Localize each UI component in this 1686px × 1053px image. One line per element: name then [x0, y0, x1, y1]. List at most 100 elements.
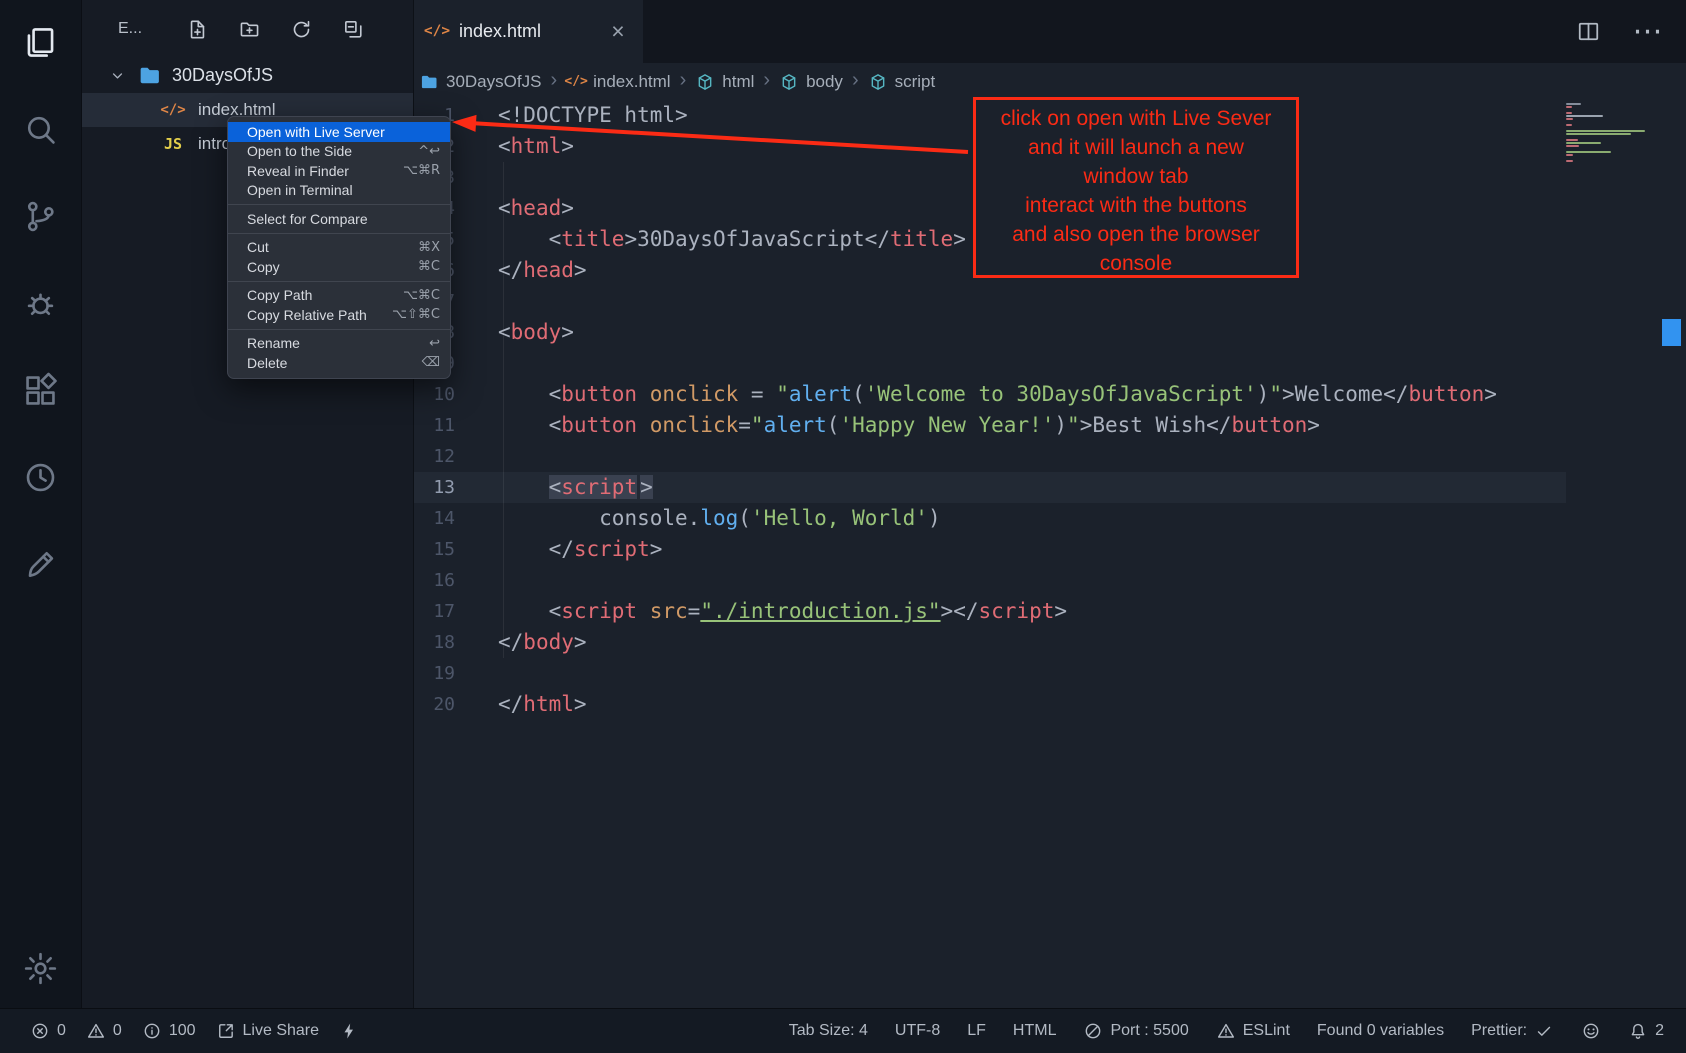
activity-source-control-button[interactable] — [22, 198, 60, 236]
overview-ruler-marker — [1662, 319, 1681, 346]
menu-item-open-with-live-server[interactable]: Open with Live Server — [228, 122, 450, 142]
code-line-20[interactable]: 20</html> — [414, 689, 1571, 720]
info-icon — [142, 1021, 162, 1041]
minimap[interactable] — [1566, 100, 1658, 1008]
menu-item-open-in-terminal[interactable]: Open in Terminal — [228, 181, 450, 201]
minimap-line — [1566, 139, 1578, 141]
activity-clock-button[interactable] — [22, 459, 60, 497]
code-line-17[interactable]: 17 <script src="./introduction.js"></scr… — [414, 596, 1571, 627]
collapse-folders-button[interactable] — [342, 18, 365, 41]
new-file-button[interactable] — [186, 18, 209, 41]
check-icon — [1534, 1021, 1554, 1041]
activity-bar-bottom — [22, 950, 60, 988]
status-prettier[interactable]: Prettier: — [1471, 1021, 1554, 1041]
code-line-16[interactable]: 16 — [414, 565, 1571, 596]
split-editor-button[interactable] — [1576, 19, 1601, 44]
code-line-19[interactable]: 19 — [414, 658, 1571, 689]
menu-item-cut[interactable]: Cut⌘X — [228, 238, 450, 258]
status-eslint[interactable]: ESLint — [1216, 1021, 1290, 1041]
minimap-line — [1566, 103, 1581, 105]
line-number: 15 — [414, 534, 470, 565]
js-badge: JS — [160, 137, 186, 152]
status-tab-size[interactable]: Tab Size: 4 — [789, 1022, 868, 1040]
menu-item-select-for-compare[interactable]: Select for Compare — [228, 209, 450, 229]
code-text: <button onclick="alert('Happy New Year!'… — [470, 410, 1320, 441]
breadcrumb-item-html[interactable]: html — [695, 72, 754, 92]
code-text: </script> — [470, 534, 662, 565]
activity-extensions-button[interactable] — [22, 372, 60, 410]
explorer-header: E... — [82, 0, 413, 58]
breadcrumb-item-30DaysOfJS[interactable]: 30DaysOfJS — [419, 72, 541, 92]
breadcrumb: 30DaysOfJS›</>index.html›html›body›scrip… — [414, 63, 1686, 100]
breadcrumb-item-script[interactable]: script — [868, 72, 936, 92]
menu-item-copy-path[interactable]: Copy Path⌥⌘C — [228, 286, 450, 306]
code-line-9[interactable]: 9 — [414, 348, 1571, 379]
status-encoding[interactable]: UTF-8 — [895, 1022, 940, 1040]
status-live-share[interactable]: Live Share — [216, 1021, 320, 1041]
status-live-server-port[interactable]: Port : 5500 — [1083, 1021, 1188, 1041]
debug-icon — [22, 285, 59, 322]
minimap-line — [1566, 115, 1603, 117]
code-line-18[interactable]: 18</body> — [414, 627, 1571, 658]
breadcrumb-separator: › — [550, 69, 557, 94]
menu-item-copy[interactable]: Copy⌘C — [228, 257, 450, 277]
activity-feedback-button[interactable] — [22, 546, 60, 584]
smiley-icon — [1581, 1021, 1601, 1041]
line-number: 19 — [414, 658, 470, 689]
activity-search-button[interactable] — [22, 111, 60, 149]
html-badge: </> — [424, 24, 450, 39]
menu-item-copy-relative-path[interactable]: Copy Relative Path⌥⇧⌘C — [228, 305, 450, 325]
warning-icon — [86, 1021, 106, 1041]
refresh-explorer-button[interactable] — [290, 18, 313, 41]
status-eol[interactable]: LF — [967, 1022, 986, 1040]
port-icon — [1083, 1021, 1103, 1041]
status-language-mode[interactable]: HTML — [1013, 1022, 1057, 1040]
status-errors[interactable]: 0 — [30, 1021, 66, 1041]
status-quick-action[interactable] — [339, 1021, 359, 1041]
menu-separator — [228, 204, 450, 205]
code-text: <script src="./introduction.js"></script… — [470, 596, 1067, 627]
status-info-count[interactable]: 100 — [142, 1021, 196, 1041]
activity-run-debug-button[interactable] — [22, 285, 60, 323]
menu-item-reveal-in-finder[interactable]: Reveal in Finder⌥⌘R — [228, 161, 450, 181]
extensions-icon — [22, 372, 59, 409]
code-text — [470, 348, 498, 379]
menu-item-delete[interactable]: Delete⌫ — [228, 353, 450, 373]
minimap-line — [1566, 142, 1601, 144]
code-line-10[interactable]: 10 <button onclick = "alert('Welcome to … — [414, 379, 1571, 410]
code-text: </html> — [470, 689, 587, 720]
status-warnings[interactable]: 0 — [86, 1021, 122, 1041]
tab-index.html[interactable]: </>index.html× — [414, 0, 643, 63]
folder-row-root[interactable]: 30DaysOfJS — [82, 58, 413, 93]
code-line-7[interactable]: 7 — [414, 286, 1571, 317]
status-feedback-smiley[interactable] — [1581, 1021, 1601, 1041]
explorer-title: E... — [118, 20, 142, 38]
minimap-line — [1566, 145, 1579, 147]
line-number: 11 — [414, 410, 470, 441]
activity-explorer-button[interactable] — [22, 24, 60, 62]
folder-icon — [419, 72, 439, 92]
breadcrumb-item-body[interactable]: body — [779, 72, 843, 92]
breadcrumb-separator: › — [852, 69, 859, 94]
new-folder-button[interactable] — [238, 18, 261, 41]
activity-settings-button[interactable] — [22, 950, 60, 988]
menu-item-open-to-the-side[interactable]: Open to the Side^↩ — [228, 142, 450, 162]
more-actions-button[interactable]: ⋯ — [1635, 19, 1660, 44]
code-line-13[interactable]: 13 <script> — [414, 472, 1571, 503]
code-line-11[interactable]: 11 <button onclick="alert('Happy New Yea… — [414, 410, 1571, 441]
line-number: 14 — [414, 503, 470, 534]
line-number: 18 — [414, 627, 470, 658]
status-variables[interactable]: Found 0 variables — [1317, 1022, 1444, 1040]
line-number: 17 — [414, 596, 470, 627]
code-line-8[interactable]: 8<body> — [414, 317, 1571, 348]
code-line-12[interactable]: 12 — [414, 441, 1571, 472]
code-line-15[interactable]: 15 </script> — [414, 534, 1571, 565]
line-number: 20 — [414, 689, 470, 720]
code-line-14[interactable]: 14 console.log('Hello, World') — [414, 503, 1571, 534]
menu-item-rename[interactable]: Rename↩ — [228, 334, 450, 354]
breadcrumb-item-index.html[interactable]: </>index.html — [566, 72, 670, 92]
html-badge: </> — [160, 103, 186, 117]
line-number: 16 — [414, 565, 470, 596]
tab-close-icon[interactable]: × — [607, 20, 629, 43]
status-notifications[interactable]: 2 — [1628, 1021, 1664, 1041]
